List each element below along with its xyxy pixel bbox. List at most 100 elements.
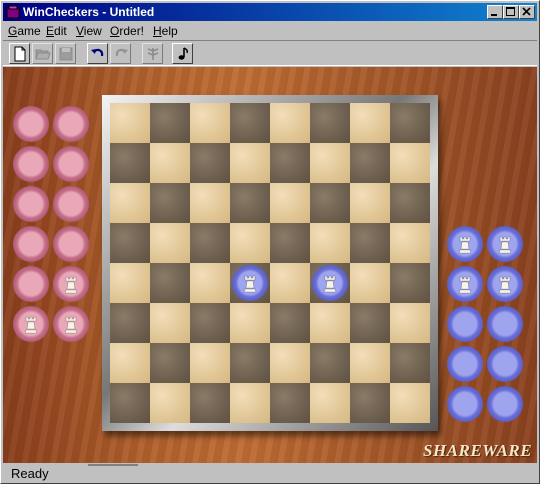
captured-pink-piece[interactable]: [53, 146, 89, 182]
captured-blue-piece[interactable]: [447, 386, 483, 422]
board-square-light[interactable]: [150, 143, 190, 183]
board-square-light[interactable]: [230, 383, 270, 423]
board-square-light[interactable]: [190, 183, 230, 223]
board-square-dark[interactable]: [190, 303, 230, 343]
captured-pink-piece[interactable]: [53, 186, 89, 222]
board-square-light[interactable]: [270, 263, 310, 303]
new-game-button[interactable]: [9, 43, 30, 64]
menu-view[interactable]: View: [76, 24, 102, 38]
board-square-light[interactable]: [270, 183, 310, 223]
captured-pink-piece[interactable]: [13, 186, 49, 222]
board-square-light[interactable]: [230, 223, 270, 263]
board-square-light[interactable]: [110, 183, 150, 223]
board-square-dark[interactable]: [390, 103, 430, 143]
checkers-board[interactable]: [110, 103, 430, 423]
board-square-light[interactable]: [150, 223, 190, 263]
board-square-light[interactable]: [230, 143, 270, 183]
board-square-dark[interactable]: [350, 143, 390, 183]
open-button[interactable]: [32, 43, 53, 64]
board-square-light[interactable]: [270, 103, 310, 143]
board-square-light[interactable]: [110, 343, 150, 383]
board-square-light[interactable]: [110, 103, 150, 143]
sound-button[interactable]: [172, 43, 193, 64]
captured-blue-piece[interactable]: [487, 386, 523, 422]
save-button[interactable]: [55, 43, 76, 64]
board-square-light[interactable]: [390, 303, 430, 343]
captured-pink-piece[interactable]: [13, 226, 49, 262]
board-square-dark[interactable]: [230, 343, 270, 383]
captured-blue-king[interactable]: [487, 266, 523, 302]
captured-blue-piece[interactable]: [487, 306, 523, 342]
board-square-dark[interactable]: [110, 223, 150, 263]
menu-order[interactable]: Order!: [110, 24, 144, 38]
board-square-dark[interactable]: [350, 383, 390, 423]
board-square-dark[interactable]: [230, 103, 270, 143]
board-square-dark[interactable]: [190, 383, 230, 423]
captured-pink-piece[interactable]: [13, 266, 49, 302]
board-square-light[interactable]: [350, 263, 390, 303]
captured-pink-king[interactable]: [13, 306, 49, 342]
board-square-dark[interactable]: [150, 183, 190, 223]
menu-help[interactable]: Help: [153, 24, 178, 38]
blue-king-piece[interactable]: [232, 265, 268, 301]
captured-blue-king[interactable]: [487, 226, 523, 262]
hint-button[interactable]: [142, 43, 163, 64]
board-square-light[interactable]: [150, 303, 190, 343]
board-square-dark[interactable]: [270, 143, 310, 183]
board-square-dark[interactable]: [150, 103, 190, 143]
board-square-dark[interactable]: [310, 183, 350, 223]
board-square-dark[interactable]: [150, 263, 190, 303]
board-square-light[interactable]: [310, 303, 350, 343]
board-square-dark[interactable]: [150, 343, 190, 383]
board-square-dark[interactable]: [270, 383, 310, 423]
undo-button[interactable]: [87, 43, 108, 64]
board-square-light[interactable]: [310, 383, 350, 423]
board-square-dark[interactable]: [270, 303, 310, 343]
board-square-dark[interactable]: [110, 143, 150, 183]
captured-pink-piece[interactable]: [53, 106, 89, 142]
board-square-dark[interactable]: [350, 223, 390, 263]
captured-blue-king[interactable]: [447, 266, 483, 302]
board-square-light[interactable]: [150, 383, 190, 423]
board-square-light[interactable]: [390, 143, 430, 183]
board-square-dark[interactable]: [270, 223, 310, 263]
board-square-light[interactable]: [310, 143, 350, 183]
board-square-light[interactable]: [270, 343, 310, 383]
maximize-button[interactable]: [503, 5, 519, 19]
blue-king-piece[interactable]: [312, 265, 348, 301]
board-square-dark[interactable]: [110, 383, 150, 423]
board-square-dark[interactable]: [190, 223, 230, 263]
captured-pink-piece[interactable]: [13, 106, 49, 142]
board-square-dark[interactable]: [350, 303, 390, 343]
board-square-dark[interactable]: [390, 263, 430, 303]
close-button[interactable]: [519, 5, 535, 19]
captured-pink-king[interactable]: [53, 306, 89, 342]
board-square-light[interactable]: [110, 263, 150, 303]
title-bar[interactable]: WinCheckers - Untitled: [3, 3, 537, 21]
board-square-light[interactable]: [310, 223, 350, 263]
minimize-button[interactable]: [487, 5, 503, 19]
menu-edit[interactable]: Edit: [46, 24, 67, 38]
board-square-dark[interactable]: [190, 143, 230, 183]
redo-button[interactable]: [110, 43, 131, 64]
captured-blue-piece[interactable]: [447, 306, 483, 342]
board-square-dark[interactable]: [310, 103, 350, 143]
board-square-light[interactable]: [350, 183, 390, 223]
board-square-light[interactable]: [190, 103, 230, 143]
captured-pink-piece[interactable]: [53, 226, 89, 262]
board-square-light[interactable]: [230, 303, 270, 343]
captured-pink-king[interactable]: [53, 266, 89, 302]
board-square-light[interactable]: [190, 263, 230, 303]
board-square-dark[interactable]: [110, 303, 150, 343]
menu-game[interactable]: Game: [8, 24, 41, 38]
board-square-dark[interactable]: [230, 183, 270, 223]
board-square-light[interactable]: [390, 223, 430, 263]
board-square-dark[interactable]: [390, 343, 430, 383]
board-square-light[interactable]: [190, 343, 230, 383]
captured-pink-piece[interactable]: [13, 146, 49, 182]
board-square-light[interactable]: [350, 103, 390, 143]
board-square-light[interactable]: [390, 383, 430, 423]
board-square-dark[interactable]: [390, 183, 430, 223]
captured-blue-king[interactable]: [447, 226, 483, 262]
board-square-dark[interactable]: [310, 343, 350, 383]
